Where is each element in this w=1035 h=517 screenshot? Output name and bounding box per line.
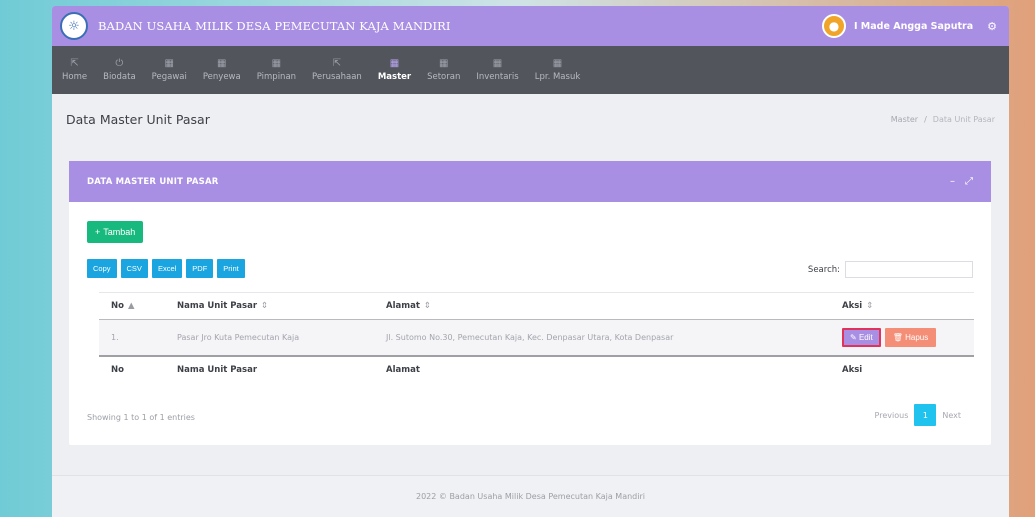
breadcrumb-root[interactable]: Master bbox=[891, 115, 918, 124]
pdf-button[interactable]: PDF bbox=[186, 259, 214, 278]
footer-col-nama: Nama Unit Pasar bbox=[177, 364, 258, 375]
nav-item-home[interactable]: ⇱ Home bbox=[54, 46, 95, 94]
table-info: Showing 1 to 1 of 1 entries bbox=[87, 413, 195, 422]
content-header: Data Master Unit Pasar Master / Data Unit … bbox=[52, 94, 1009, 144]
nav-label: Penyewa bbox=[202, 72, 241, 82]
col-header-aksi[interactable]: Aksi ⇕ bbox=[830, 293, 974, 320]
nav-label: Lpr. Masuk bbox=[534, 72, 581, 82]
add-button[interactable]: + Tambah bbox=[87, 221, 144, 243]
grid-icon: ▦ bbox=[164, 58, 174, 69]
nav-label: Setoran bbox=[427, 72, 461, 82]
grid-icon: ▦ bbox=[217, 58, 227, 69]
card-title: DATA MASTER UNIT PASAR bbox=[87, 176, 219, 187]
col-header-nama[interactable]: Nama Unit Pasar ⇕ bbox=[165, 293, 374, 320]
col-header-label: Aksi bbox=[842, 301, 863, 311]
grid-icon: ▦ bbox=[492, 58, 503, 69]
table-footer-row: No Nama Unit Pasar Alamat Aksi bbox=[99, 356, 974, 383]
excel-button[interactable]: Excel bbox=[151, 259, 183, 278]
footer-col-no: No bbox=[111, 364, 124, 375]
pencil-icon: ✎ bbox=[850, 332, 857, 342]
col-header-alamat[interactable]: Alamat ⇕ bbox=[374, 293, 830, 320]
power-icon: ⏻ bbox=[115, 58, 124, 69]
cell-aksi: ✎ Edit 🗑 Hapus bbox=[830, 320, 974, 356]
grid-icon: ▦ bbox=[271, 58, 282, 69]
footer-col-alamat: Alamat bbox=[386, 364, 420, 375]
trash-icon: 🗑 bbox=[892, 332, 903, 342]
pagination: Previous 1 Next bbox=[875, 404, 961, 426]
search-label: Search: bbox=[807, 264, 840, 275]
nav-label: Master bbox=[377, 72, 412, 82]
app-window: ☼ BADAN USAHA MILIK DESA PEMECUTAN KAJA … bbox=[52, 6, 1009, 517]
sort-icon: ⇕ bbox=[866, 301, 874, 311]
print-button[interactable]: Print bbox=[217, 259, 245, 278]
bumdes-logo[interactable]: ☼ bbox=[60, 12, 88, 40]
minimize-icon[interactable]: – bbox=[950, 176, 955, 187]
pointer-icon: ⇱ bbox=[70, 58, 79, 69]
nav-item-pegawai[interactable]: ▦ Pegawai bbox=[144, 46, 195, 94]
col-header-label: Alamat bbox=[386, 301, 420, 311]
nav-label: Home bbox=[62, 72, 88, 82]
previous-page-link[interactable]: Previous bbox=[875, 411, 909, 420]
nav-item-setoran[interactable]: ▦ Setoran bbox=[419, 46, 468, 94]
cell-nama: Pasar Jro Kuta Pemecutan Kaja bbox=[177, 332, 300, 342]
app-title: BADAN USAHA MILIK DESA PEMECUTAN KAJA MA… bbox=[98, 19, 451, 33]
search-box: Search: bbox=[808, 261, 973, 278]
col-header-label: Nama Unit Pasar bbox=[177, 301, 258, 311]
add-button-label: Tambah bbox=[103, 227, 136, 237]
expand-icon[interactable]: ⤢ bbox=[965, 176, 973, 187]
nav-label: Perusahaan bbox=[312, 72, 362, 82]
breadcrumb-separator: / bbox=[924, 114, 927, 124]
nav-label: Inventaris bbox=[476, 72, 519, 82]
top-bar: ☼ BADAN USAHA MILIK DESA PEMECUTAN KAJA … bbox=[52, 6, 1009, 46]
edit-button-label: Edit bbox=[858, 332, 873, 342]
card-header: DATA MASTER UNIT PASAR – ⤢ bbox=[69, 161, 991, 202]
next-page-link[interactable]: Next bbox=[942, 411, 961, 420]
nav-label: Pimpinan bbox=[256, 72, 297, 82]
cell-alamat: Jl. Sutomo No.30, Pemecutan Kaja, Kec. D… bbox=[386, 332, 674, 342]
grid-icon: ▦ bbox=[438, 58, 449, 69]
page-title: Data Master Unit Pasar bbox=[66, 111, 210, 127]
card-tools: – ⤢ bbox=[950, 176, 973, 187]
nav-item-lpr-masuk[interactable]: ▦ Lpr. Masuk bbox=[527, 46, 589, 94]
sort-icon: ⇕ bbox=[261, 301, 269, 311]
grid-icon: ▦ bbox=[552, 58, 563, 69]
grid-icon: ▦ bbox=[389, 58, 400, 69]
col-header-no[interactable]: No ▲ bbox=[99, 293, 165, 320]
page-footer: 2022 © Badan Usaha Milik Desa Pemecutan … bbox=[52, 475, 1009, 517]
nav-item-master[interactable]: ▦ Master bbox=[370, 46, 419, 94]
delete-button-label: Hapus bbox=[905, 332, 929, 342]
page-1-button[interactable]: 1 bbox=[914, 404, 937, 426]
nav-item-pimpinan[interactable]: ▦ Pimpinan bbox=[249, 46, 304, 94]
nav-item-perusahaan[interactable]: ⇱ Perusahaan bbox=[304, 46, 370, 94]
export-buttons: Copy CSV Excel PDF Print bbox=[87, 259, 245, 278]
pointer-icon: ⇱ bbox=[332, 58, 342, 69]
breadcrumb: Master / Data Unit Pasar bbox=[891, 115, 995, 124]
cell-no: 1. bbox=[111, 332, 119, 342]
gear-icon[interactable]: ⚙ bbox=[987, 20, 997, 33]
sort-icon: ⇕ bbox=[423, 301, 432, 311]
plus-icon: + bbox=[95, 227, 101, 237]
col-header-label: No bbox=[111, 301, 124, 311]
edit-button[interactable]: ✎ Edit bbox=[842, 327, 881, 347]
nav-item-inventaris[interactable]: ▦ Inventaris bbox=[468, 46, 526, 94]
footer-col-aksi: Aksi bbox=[842, 364, 863, 375]
nav-label: Biodata bbox=[103, 72, 136, 82]
breadcrumb-current: Data Unit Pasar bbox=[932, 114, 995, 124]
delete-button[interactable]: 🗑 Hapus bbox=[884, 327, 937, 347]
copy-button[interactable]: Copy bbox=[87, 259, 117, 278]
search-input[interactable] bbox=[845, 261, 973, 278]
user-name[interactable]: I Made Angga Saputra bbox=[854, 21, 973, 32]
table-header-row: No ▲ Nama Unit Pasar ⇕ Alamat ⇕ Aksi ⇕ bbox=[99, 292, 974, 320]
csv-button[interactable]: CSV bbox=[120, 259, 148, 278]
nav-item-biodata[interactable]: ⏻ Biodata bbox=[95, 46, 144, 94]
table-row: 1. Pasar Jro Kuta Pemecutan Kaja Jl. Sut… bbox=[99, 319, 974, 356]
main-nav: ⇱ Home ⏻ Biodata ▦ Pegawai ▦ Penyewa ▦ P… bbox=[52, 46, 1009, 94]
nav-item-penyewa[interactable]: ▦ Penyewa bbox=[195, 46, 249, 94]
unit-pasar-table: No ▲ Nama Unit Pasar ⇕ Alamat ⇕ Aksi ⇕ 1. Pa… bbox=[99, 292, 974, 383]
nav-label: Pegawai bbox=[151, 72, 187, 82]
user-avatar[interactable]: ● bbox=[821, 14, 846, 38]
sort-asc-icon: ▲ bbox=[127, 301, 135, 311]
data-card: DATA MASTER UNIT PASAR – ⤢ + Tambah Copy… bbox=[69, 161, 991, 445]
